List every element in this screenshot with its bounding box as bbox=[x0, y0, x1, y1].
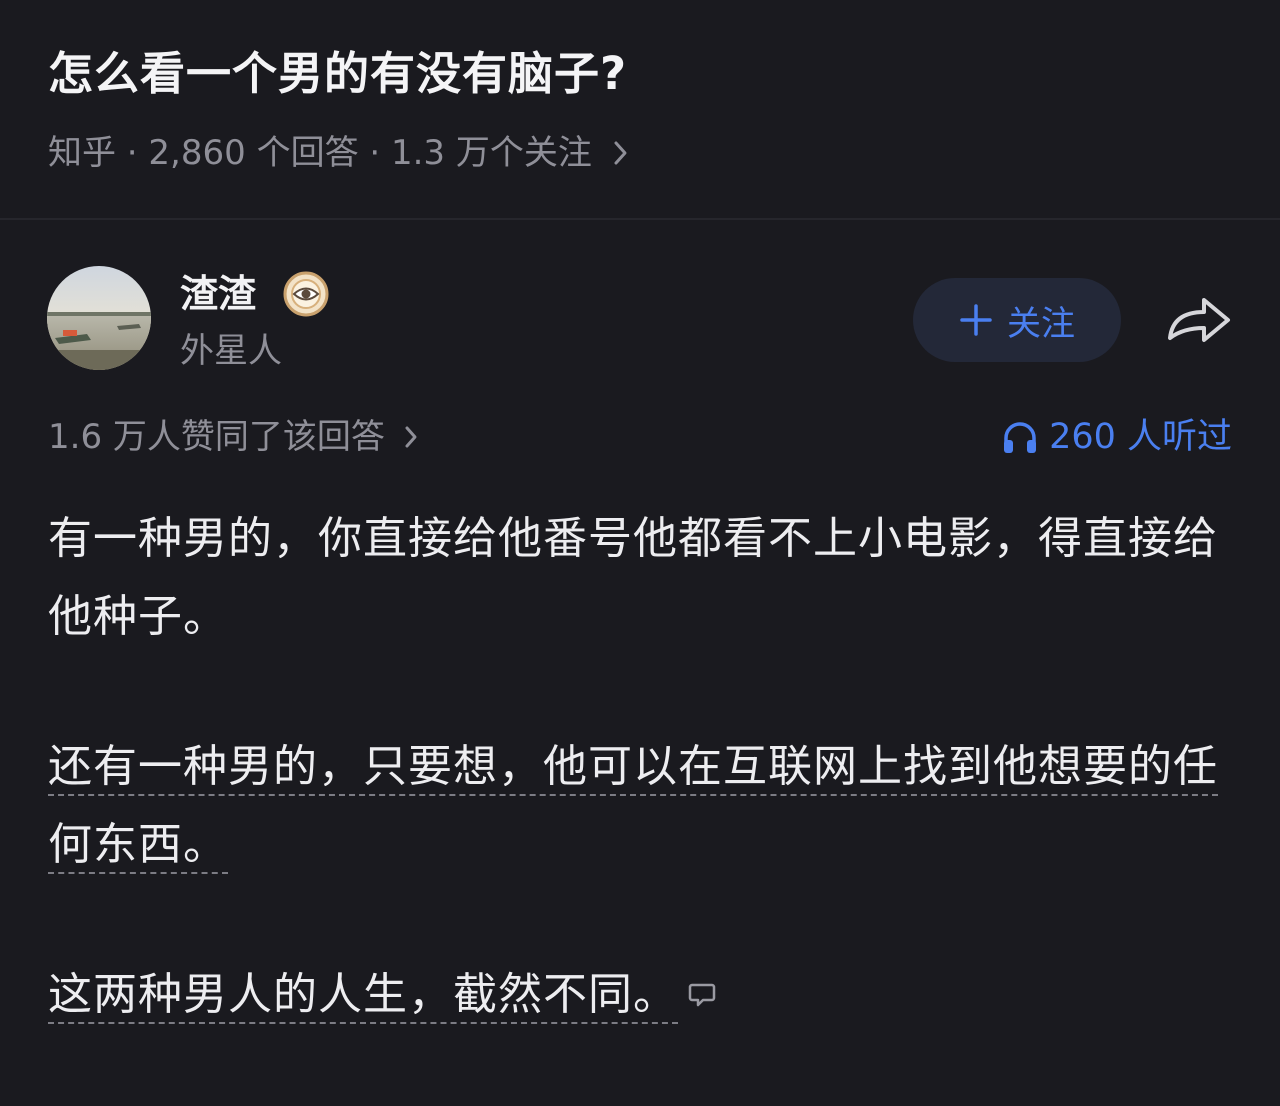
answer-paragraph: 有一种男的，你直接给他番号他都看不上小电影，得直接给他种子。 bbox=[48, 500, 1238, 656]
chevron-right-icon bbox=[405, 426, 417, 448]
follow-button[interactable]: 关注 bbox=[913, 278, 1121, 362]
comment-bubble-icon[interactable] bbox=[688, 980, 716, 1008]
answer-body: 有一种男的，你直接给他番号他都看不上小电影，得直接给他种子。 还有一种男的，只要… bbox=[48, 500, 1238, 1106]
answer-paragraph-text: 有一种男的，你直接给他番号他都看不上小电影，得直接给他种子。 bbox=[48, 513, 1218, 642]
headphones-icon bbox=[1004, 422, 1037, 453]
avatar-image bbox=[47, 266, 151, 370]
listen-count-text: 260 人听过 bbox=[1049, 417, 1232, 457]
answer-paragraph[interactable]: 还有一种男的，只要想，他可以在互联网上找到他想要的任何东西。 bbox=[48, 728, 1238, 884]
highlighted-text[interactable]: 这两种男人的人生，截然不同。 bbox=[48, 969, 678, 1024]
plus-icon bbox=[960, 304, 992, 336]
chevron-right-icon bbox=[614, 141, 627, 165]
question-meta-text: 知乎 · 2,860 个回答 · 1.3 万个关注 bbox=[48, 133, 592, 173]
author-bio: 外星人 bbox=[180, 331, 282, 371]
question-meta[interactable]: 知乎 · 2,860 个回答 · 1.3 万个关注 bbox=[48, 128, 636, 178]
highlighted-text[interactable]: 还有一种男的，只要想，他可以在互联网上找到他想要的任何东西。 bbox=[48, 741, 1218, 874]
agree-count-text: 1.6 万人赞同了该回答 bbox=[48, 417, 385, 457]
follow-button-label: 关注 bbox=[1007, 303, 1075, 344]
answer-paragraph[interactable]: 这两种男人的人生，截然不同。 bbox=[48, 956, 1238, 1034]
agree-count[interactable]: 1.6 万人赞同了该回答 bbox=[48, 412, 425, 462]
author-name[interactable]: 渣渣 bbox=[180, 266, 256, 322]
share-arrow-icon[interactable] bbox=[1164, 290, 1234, 350]
listen-count[interactable]: 260 人听过 bbox=[1001, 412, 1232, 462]
eye-badge-icon[interactable] bbox=[282, 270, 330, 318]
question-title[interactable]: 怎么看一个男的有没有脑子? bbox=[48, 42, 627, 106]
avatar[interactable] bbox=[47, 266, 151, 370]
question-header: 怎么看一个男的有没有脑子? 知乎 · 2,860 个回答 · 1.3 万个关注 bbox=[0, 0, 1280, 220]
